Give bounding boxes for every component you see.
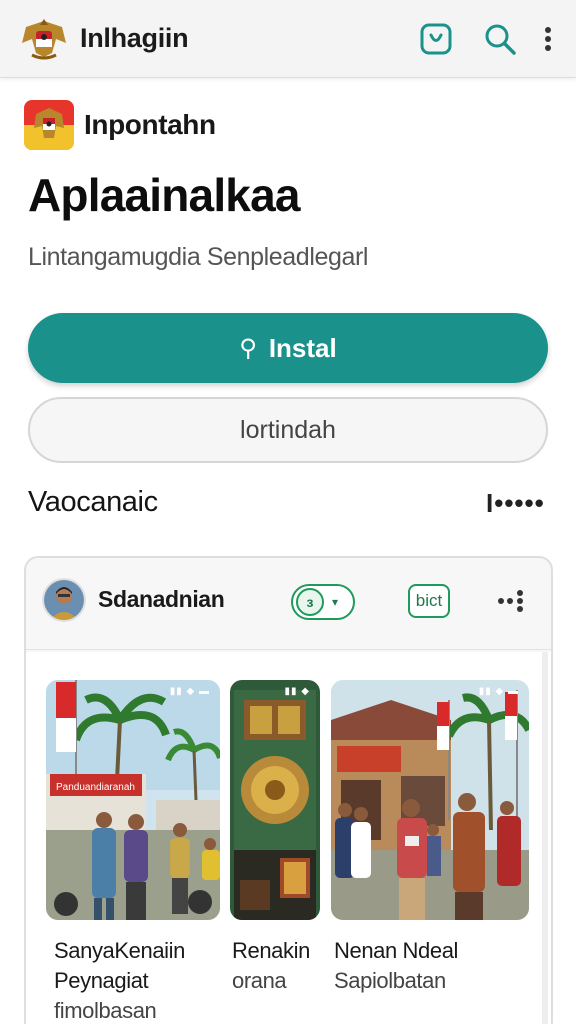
- more-vert-icon[interactable]: [536, 17, 560, 61]
- screenshot-caption: SanyaKenaiin Peynagiat fimolbasan: [54, 936, 224, 1024]
- status-bar-icons: ▮▮ ◆ ▬: [169, 686, 210, 697]
- install-button[interactable]: ⚲ Instal: [28, 313, 548, 383]
- app-title: Aplaainalkaa: [28, 169, 300, 221]
- secondary-label: lortindah: [240, 415, 336, 444]
- toggle-knob: ɜ: [296, 588, 324, 616]
- app-bar-title: Inlhagiin: [80, 23, 189, 53]
- chevron-down-icon: ▾: [332, 595, 339, 609]
- store-icon[interactable]: [414, 17, 458, 61]
- search-icon[interactable]: [478, 17, 522, 61]
- app-subtitle: Lintangamugdia Senpleadlegarl: [28, 243, 369, 271]
- emblem-logo: [18, 13, 70, 65]
- section-title: Vaocanaic: [28, 486, 158, 518]
- screenshot-caption: Renakin orana: [232, 936, 328, 996]
- status-bar-icons: ▮▮ ◆: [284, 686, 310, 697]
- card-body: Panduandiaranah ▮▮ ◆ ▬ ▮▮ ◆ ▮▮ ◆ ▬ Sanya…: [26, 652, 551, 1024]
- screenshots-card: Sdanadnian ɜ ▾ bict Panduandiaranah ▮▮ ◆…: [24, 556, 553, 1024]
- card-author-name: Sdanadnian: [98, 586, 225, 612]
- top-app-bar: Inlhagiin: [0, 0, 576, 78]
- section-more-link[interactable]: I•••••: [486, 488, 545, 519]
- share-menu-icon[interactable]: [496, 586, 528, 616]
- app-publisher-row: Inpontahn: [24, 100, 216, 150]
- install-label: Instal: [268, 332, 337, 363]
- caption-sub: orana: [232, 968, 287, 993]
- toggle-switch[interactable]: ɜ ▾: [291, 584, 355, 620]
- scrollbar[interactable]: [542, 652, 548, 1024]
- app-icon: [24, 100, 74, 150]
- caption-title: SanyaKenaiin Peynagiat: [54, 938, 185, 993]
- caption-title: Renakin: [232, 938, 310, 963]
- tag-chip[interactable]: bict: [408, 584, 450, 618]
- status-bar-icons: ▮▮ ◆ ▬: [478, 686, 519, 697]
- toggle-glyph: ɜ: [306, 594, 314, 610]
- caption-sub: fimolbasan: [54, 998, 157, 1023]
- screenshot-thumbnail[interactable]: ▮▮ ◆ ▬: [331, 680, 529, 920]
- caption-title: Nenan Ndeal: [334, 938, 459, 963]
- avatar[interactable]: [42, 578, 86, 622]
- screenshot-caption: Nenan Ndeal Sapiolbatan: [334, 936, 534, 996]
- publisher-name: Inpontahn: [84, 109, 216, 140]
- download-icon: ⚲: [239, 334, 257, 362]
- caption-sub: Sapiolbatan: [334, 968, 446, 993]
- secondary-button[interactable]: lortindah: [28, 397, 548, 463]
- screenshot-thumbnail[interactable]: ▮▮ ◆: [230, 680, 320, 920]
- banner-text: Panduandiaranah: [56, 782, 135, 793]
- card-header: Sdanadnian ɜ ▾ bict: [26, 558, 551, 650]
- screenshot-thumbnail[interactable]: Panduandiaranah ▮▮ ◆ ▬: [46, 680, 220, 920]
